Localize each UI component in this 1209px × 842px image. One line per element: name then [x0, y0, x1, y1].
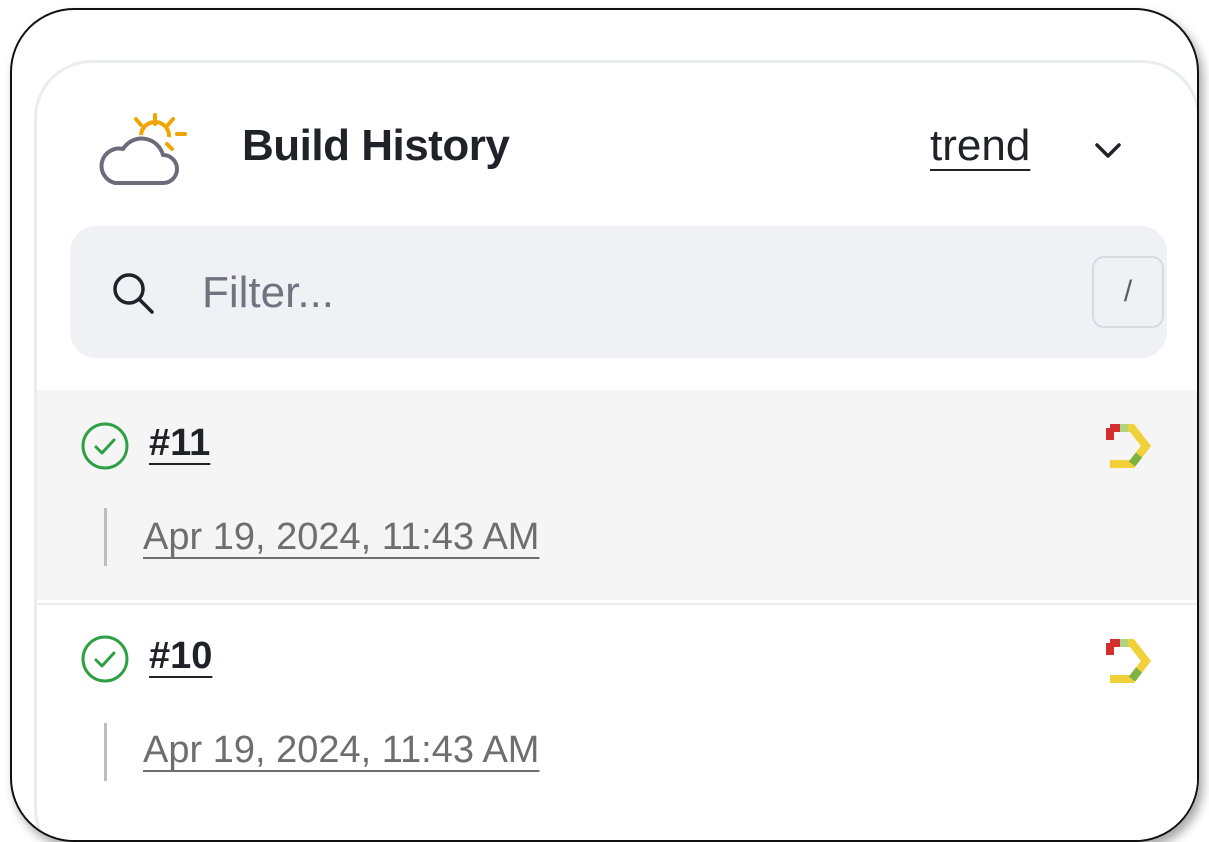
filter-search-box[interactable]: /: [70, 226, 1167, 358]
build-history-panel: Build History trend / #11 Apr 19, 2024, …: [34, 60, 1197, 840]
keyboard-shortcut-hint: /: [1092, 256, 1164, 328]
console-output-icon[interactable]: [1102, 635, 1154, 687]
window-frame: Build History trend / #11 Apr 19, 2024, …: [10, 8, 1199, 842]
search-icon: [113, 273, 154, 314]
check-circle-icon: [81, 422, 129, 470]
chevron-down-icon[interactable]: [1093, 141, 1123, 161]
timeline-bar: [104, 723, 107, 781]
build-number-link[interactable]: #10: [149, 635, 212, 678]
build-timestamp-link[interactable]: Apr 19, 2024, 11:43 AM: [143, 516, 539, 559]
panel-header: Build History trend: [37, 63, 1197, 223]
check-circle-icon: [81, 635, 129, 683]
build-timestamp-link[interactable]: Apr 19, 2024, 11:43 AM: [143, 729, 539, 772]
build-row[interactable]: #11 Apr 19, 2024, 11:43 AM: [37, 390, 1197, 600]
partly-cloudy-icon: [99, 113, 187, 185]
filter-input[interactable]: [200, 262, 1024, 324]
console-output-icon[interactable]: [1102, 420, 1154, 472]
build-row[interactable]: #10 Apr 19, 2024, 11:43 AM: [37, 603, 1197, 815]
panel-title: Build History: [242, 121, 510, 170]
timeline-bar: [104, 508, 107, 566]
trend-link[interactable]: trend: [930, 121, 1030, 171]
build-number-link[interactable]: #11: [149, 422, 210, 465]
